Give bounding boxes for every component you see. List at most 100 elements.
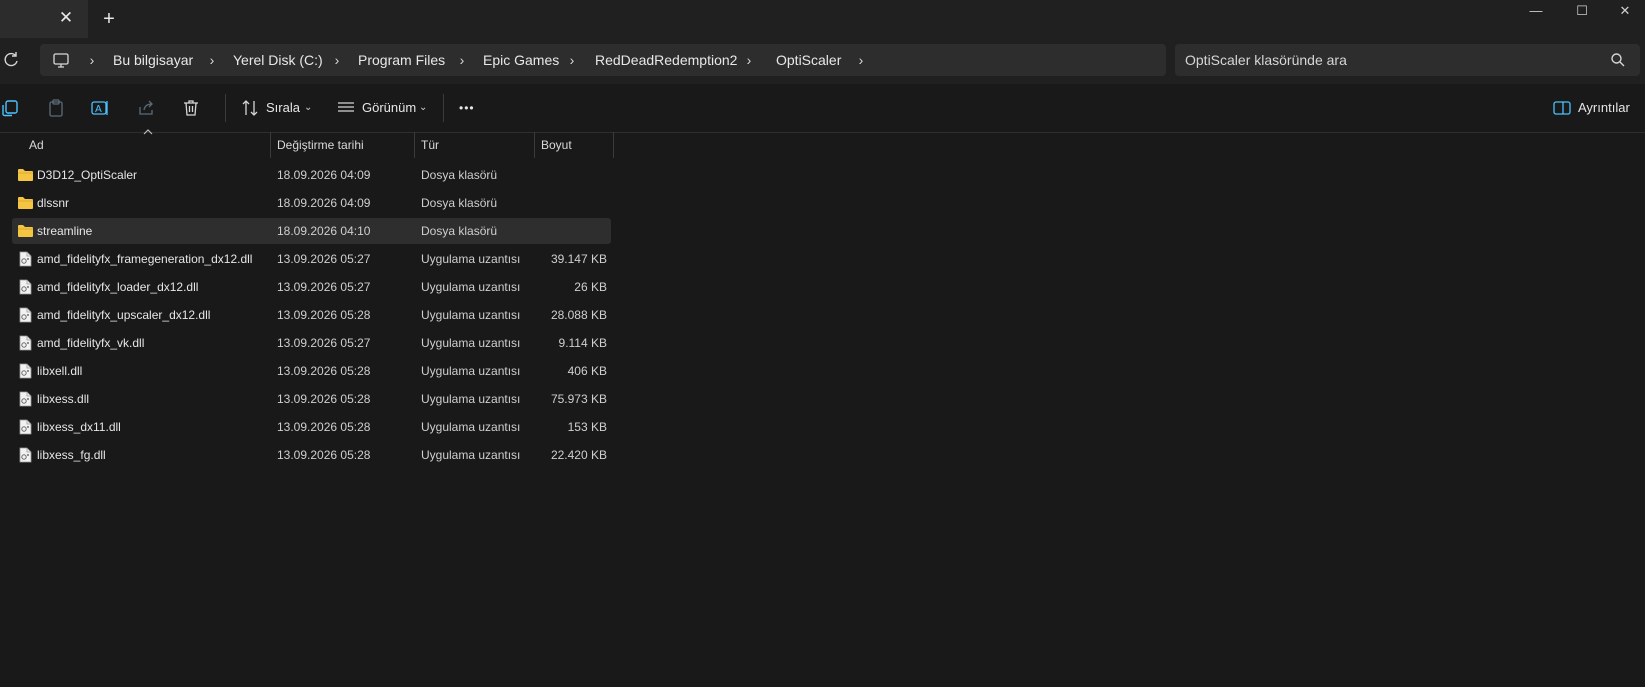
share-icon[interactable] xyxy=(136,98,156,118)
file-name: libxess_dx11.dll xyxy=(37,420,121,434)
file-row[interactable]: libxess_fg.dll 13.09.2026 05:28 Uygulama u… xyxy=(12,442,611,468)
search-box[interactable]: OptiScaler klasöründe ara xyxy=(1175,44,1640,76)
computer-icon[interactable] xyxy=(52,51,70,69)
search-input[interactable]: OptiScaler klasöründe ara xyxy=(1185,44,1347,76)
file-type: Uygulama uzantısı xyxy=(421,448,521,462)
copy-icon[interactable] xyxy=(0,98,20,118)
refresh-icon[interactable] xyxy=(2,50,20,70)
file-type: Uygulama uzantısı xyxy=(421,336,521,350)
details-pane-button[interactable]: Ayrıntılar xyxy=(1553,96,1641,120)
breadcrumb-chevron-icon[interactable]: › xyxy=(565,44,579,76)
file-type: Uygulama uzantısı xyxy=(421,280,521,294)
file-size: 39.147 KB xyxy=(550,252,607,266)
sort-icon xyxy=(242,100,258,116)
breadcrumb-chevron-icon[interactable]: › xyxy=(854,44,868,76)
file-row[interactable]: libxess_dx11.dll 13.09.2026 05:28 Uygulama… xyxy=(12,414,611,440)
active-tab[interactable]: ✕ xyxy=(0,0,88,38)
view-chevron-down-icon: ⌄ xyxy=(419,102,428,113)
file-size: 153 KB xyxy=(567,420,607,434)
file-name: amd_fidelityfx_vk.dll xyxy=(37,336,145,350)
breadcrumb-item-this-pc[interactable]: Bu bilgisayar xyxy=(113,44,193,76)
sort-button[interactable]: Sırala ⌄ xyxy=(242,96,314,120)
details-pane-icon xyxy=(1553,101,1571,115)
file-modified-date: 13.09.2026 05:28 xyxy=(277,448,371,462)
breadcrumb-chevron-icon[interactable]: › xyxy=(85,44,99,76)
breadcrumb-chevron-icon[interactable]: › xyxy=(742,44,756,76)
file-size: 9.114 KB xyxy=(558,336,607,350)
file-name: libxess.dll xyxy=(37,392,90,406)
file-name: amd_fidelityfx_framegeneration_dx12.dll xyxy=(37,252,253,266)
breadcrumb-chevron-icon[interactable]: › xyxy=(455,44,469,76)
folder-icon xyxy=(18,225,33,237)
sort-ascending-icon xyxy=(143,129,153,135)
file-name: amd_fidelityfx_upscaler_dx12.dll xyxy=(37,308,211,322)
file-name: D3D12_OptiScaler xyxy=(37,168,138,182)
rename-icon[interactable]: A xyxy=(90,98,110,118)
column-divider[interactable] xyxy=(613,132,614,158)
breadcrumb-item-rdr2[interactable]: RedDeadRedemption2 xyxy=(595,44,737,76)
file-modified-date: 18.09.2026 04:09 xyxy=(277,196,371,210)
folder-icon xyxy=(18,169,33,181)
search-icon[interactable] xyxy=(1610,52,1626,68)
column-divider[interactable] xyxy=(534,132,535,158)
column-divider[interactable] xyxy=(414,132,415,158)
paste-icon[interactable] xyxy=(46,98,66,118)
file-row[interactable]: amd_fidelityfx_upscaler_dx12.dll 13.09.20… xyxy=(12,302,611,328)
view-button[interactable]: Görünüm ⌄ xyxy=(337,96,433,120)
file-size: 26 KB xyxy=(574,280,607,294)
new-tab-icon[interactable]: + xyxy=(98,9,120,31)
minimize-icon[interactable]: — xyxy=(1513,0,1559,22)
sort-label: Sırala xyxy=(266,100,300,115)
file-name: libxess_fg.dll xyxy=(37,448,106,462)
breadcrumb-item-program-files[interactable]: Program Files xyxy=(358,44,445,76)
file-type: Uygulama uzantısı xyxy=(421,308,521,322)
maximize-icon[interactable]: ☐ xyxy=(1559,0,1605,22)
file-row[interactable]: D3D12_OptiScaler 18.09.2026 04:09 Dosya kl… xyxy=(12,162,611,188)
file-type: Uygulama uzantısı xyxy=(421,392,521,406)
delete-icon[interactable] xyxy=(181,98,201,118)
breadcrumb-item-local-disk[interactable]: Yerel Disk (C:) xyxy=(233,44,323,76)
dll-file-icon xyxy=(19,251,32,267)
file-modified-date: 13.09.2026 05:28 xyxy=(277,308,371,322)
close-tab-icon[interactable]: ✕ xyxy=(56,8,76,28)
file-row[interactable]: libxess.dll 13.09.2026 05:28 Uygulama uzan… xyxy=(12,386,611,412)
column-divider[interactable] xyxy=(270,132,271,158)
column-header-type[interactable]: Tür xyxy=(421,132,439,158)
breadcrumb[interactable]: › Bu bilgisayar › Yerel Disk (C:) › Prog… xyxy=(40,44,1166,76)
file-row[interactable]: libxell.dll 13.09.2026 05:28 Uygulama uzan… xyxy=(12,358,611,384)
file-row[interactable]: amd_fidelityfx_framegeneration_dx12.dll 1… xyxy=(12,246,611,272)
file-row[interactable]: amd_fidelityfx_vk.dll 13.09.2026 05:27 Uyg… xyxy=(12,330,611,356)
file-type: Uygulama uzantısı xyxy=(421,252,521,266)
dll-file-icon xyxy=(19,419,32,435)
file-row[interactable]: streamline 18.09.2026 04:10 Dosya klasörü xyxy=(12,218,611,244)
column-header-size[interactable]: Boyut xyxy=(541,132,572,158)
more-options-icon[interactable]: ••• xyxy=(459,96,475,120)
file-size: 22.420 KB xyxy=(550,448,607,462)
toolbar-divider xyxy=(225,94,226,122)
breadcrumb-chevron-icon[interactable]: › xyxy=(205,44,219,76)
file-name: dlssnr xyxy=(37,196,70,210)
svg-text:A: A xyxy=(95,104,102,115)
column-header-date[interactable]: Değiştirme tarihi xyxy=(277,132,364,158)
breadcrumb-item-optiscaler[interactable]: OptiScaler xyxy=(776,44,841,76)
file-modified-date: 18.09.2026 04:10 xyxy=(277,224,371,238)
file-name: amd_fidelityfx_loader_dx12.dll xyxy=(37,280,199,294)
file-type: Dosya klasörü xyxy=(421,168,498,182)
file-modified-date: 13.09.2026 05:28 xyxy=(277,392,371,406)
dll-file-icon xyxy=(19,391,32,407)
file-type: Uygulama uzantısı xyxy=(421,364,521,378)
file-modified-date: 13.09.2026 05:27 xyxy=(277,336,371,350)
file-modified-date: 13.09.2026 05:28 xyxy=(277,364,371,378)
file-size: 75.973 KB xyxy=(550,392,607,406)
dll-file-icon xyxy=(19,447,32,463)
dll-file-icon xyxy=(19,335,32,351)
breadcrumb-chevron-icon[interactable]: › xyxy=(330,44,344,76)
window-close-icon[interactable]: ✕ xyxy=(1605,0,1645,22)
file-row[interactable]: dlssnr 18.09.2026 04:09 Dosya klasörü xyxy=(12,190,611,216)
breadcrumb-item-epic-games[interactable]: Epic Games xyxy=(483,44,559,76)
title-bar: ✕ + — ☐ ✕ xyxy=(0,0,1645,38)
file-row[interactable]: amd_fidelityfx_loader_dx12.dll 13.09.2026… xyxy=(12,274,611,300)
command-bar: A Sırala ⌄ Görünüm ⌄ ••• Ayrıntılar xyxy=(0,84,1645,133)
folder-icon xyxy=(18,197,33,209)
column-header-name[interactable]: Ad xyxy=(29,132,44,158)
